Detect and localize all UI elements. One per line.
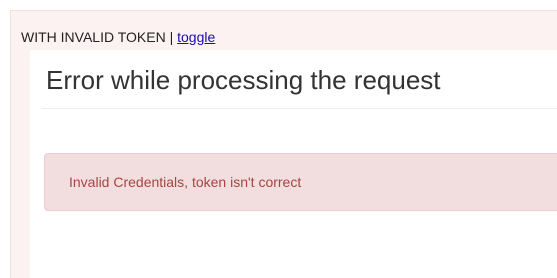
response-panel: Error while processing the request Inval… xyxy=(30,50,557,278)
toggle-link[interactable]: toggle xyxy=(177,29,215,45)
section-heading: WITH INVALID TOKEN | toggle xyxy=(21,28,215,46)
title-divider xyxy=(42,108,557,109)
alert-message: Invalid Credentials, token isn't correct xyxy=(69,174,302,190)
heading-separator: | xyxy=(165,29,178,45)
section-label: WITH INVALID TOKEN xyxy=(21,29,166,45)
page-title: Error while processing the request xyxy=(46,65,441,95)
error-alert: Invalid Credentials, token isn't correct xyxy=(44,153,557,211)
